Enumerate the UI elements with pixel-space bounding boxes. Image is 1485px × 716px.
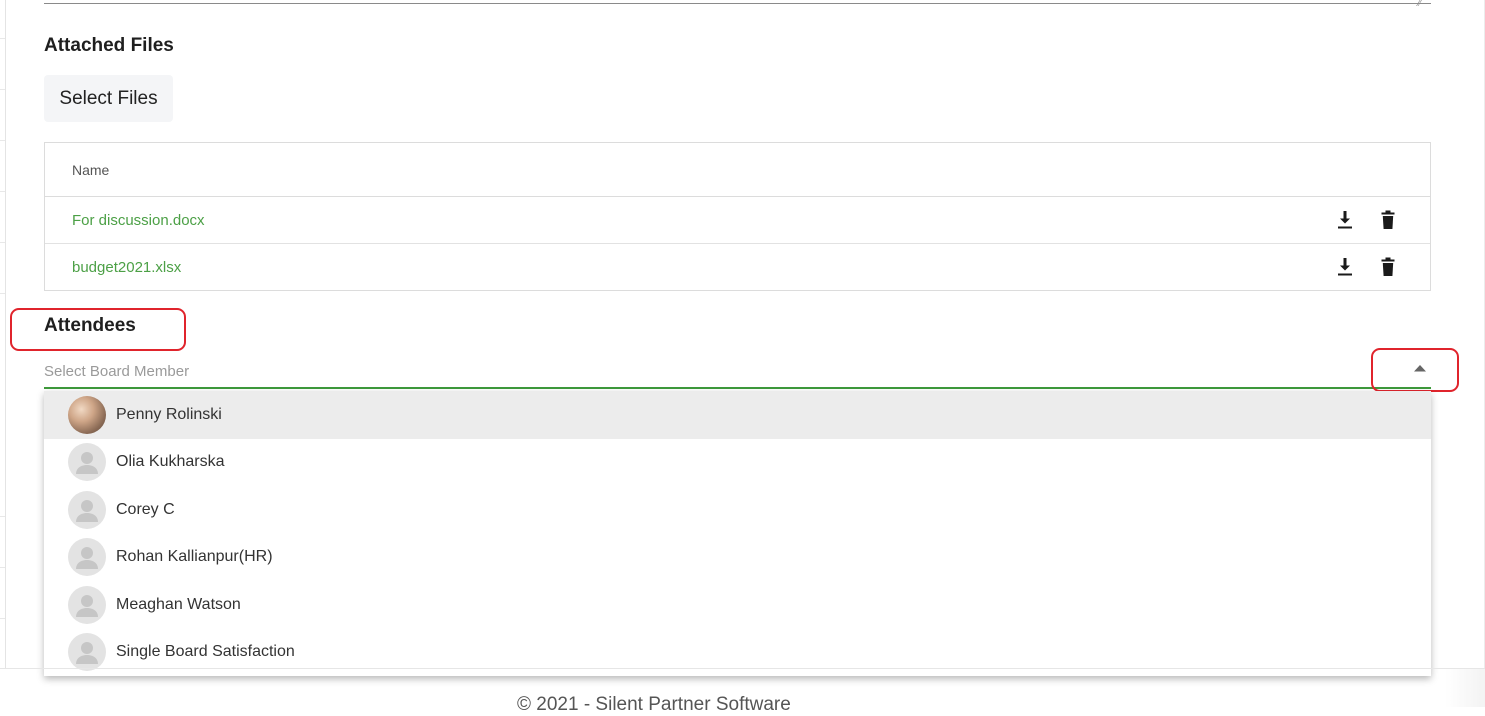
avatar bbox=[68, 395, 106, 434]
rail-tick bbox=[0, 293, 5, 294]
board-member-name: Meaghan Watson bbox=[116, 595, 241, 613]
corner-shade bbox=[1445, 669, 1485, 707]
files-table-header: Name bbox=[45, 143, 1430, 197]
avatar bbox=[68, 585, 106, 624]
board-member-name: Rohan Kallianpur(HR) bbox=[116, 548, 273, 566]
board-member-option[interactable]: Meaghan Watson bbox=[44, 581, 1431, 629]
rail-tick bbox=[0, 140, 5, 141]
rail-tick bbox=[0, 191, 5, 192]
avatar bbox=[68, 443, 106, 482]
board-member-option[interactable]: Penny Rolinski bbox=[44, 391, 1431, 439]
input-underline bbox=[44, 387, 1431, 389]
textarea-bottom-border bbox=[44, 3, 1431, 4]
board-member-option[interactable]: Rohan Kallianpur(HR) bbox=[44, 534, 1431, 582]
left-rail bbox=[0, 0, 6, 668]
rail-tick bbox=[0, 516, 5, 517]
avatar bbox=[68, 538, 106, 577]
trash-icon[interactable] bbox=[1378, 208, 1398, 232]
annotation-highlight-toggle bbox=[1371, 348, 1459, 392]
footer-divider bbox=[0, 668, 1485, 669]
avatar bbox=[68, 490, 106, 529]
file-link[interactable]: For discussion.docx bbox=[72, 212, 205, 229]
footer-copyright: © 2021 - Silent Partner Software bbox=[517, 694, 791, 715]
board-member-name: Corey C bbox=[116, 500, 175, 518]
files-table: Name For discussion.docx budget2021.xlsx bbox=[44, 142, 1431, 291]
file-row: budget2021.xlsx bbox=[45, 243, 1430, 290]
select-board-member-input[interactable] bbox=[44, 356, 1364, 386]
trash-icon[interactable] bbox=[1378, 255, 1398, 279]
textarea-resize-handle[interactable]: ⁄⁄ bbox=[1418, 0, 1430, 8]
select-files-button[interactable]: Select Files bbox=[44, 75, 173, 122]
rail-tick bbox=[0, 567, 5, 568]
rail-tick bbox=[0, 242, 5, 243]
board-member-name: Single Board Satisfaction bbox=[116, 643, 295, 661]
rail-tick bbox=[0, 89, 5, 90]
board-member-option[interactable]: Olia Kukharska bbox=[44, 439, 1431, 487]
annotation-highlight-attendees bbox=[10, 308, 186, 351]
board-member-dropdown: Penny Rolinski Olia Kukharska Corey C Ro… bbox=[44, 391, 1431, 676]
name-column-header: Name bbox=[72, 161, 110, 178]
file-link[interactable]: budget2021.xlsx bbox=[72, 259, 181, 276]
file-row: For discussion.docx bbox=[45, 197, 1430, 243]
board-member-option[interactable]: Corey C bbox=[44, 486, 1431, 534]
rail-tick bbox=[0, 618, 5, 619]
board-member-name: Olia Kukharska bbox=[116, 453, 225, 471]
download-icon[interactable] bbox=[1335, 208, 1355, 232]
download-icon[interactable] bbox=[1335, 255, 1355, 279]
avatar bbox=[68, 633, 106, 672]
rail-tick bbox=[0, 38, 5, 39]
attached-files-title: Attached Files bbox=[44, 35, 174, 56]
board-member-name: Penny Rolinski bbox=[116, 405, 222, 423]
